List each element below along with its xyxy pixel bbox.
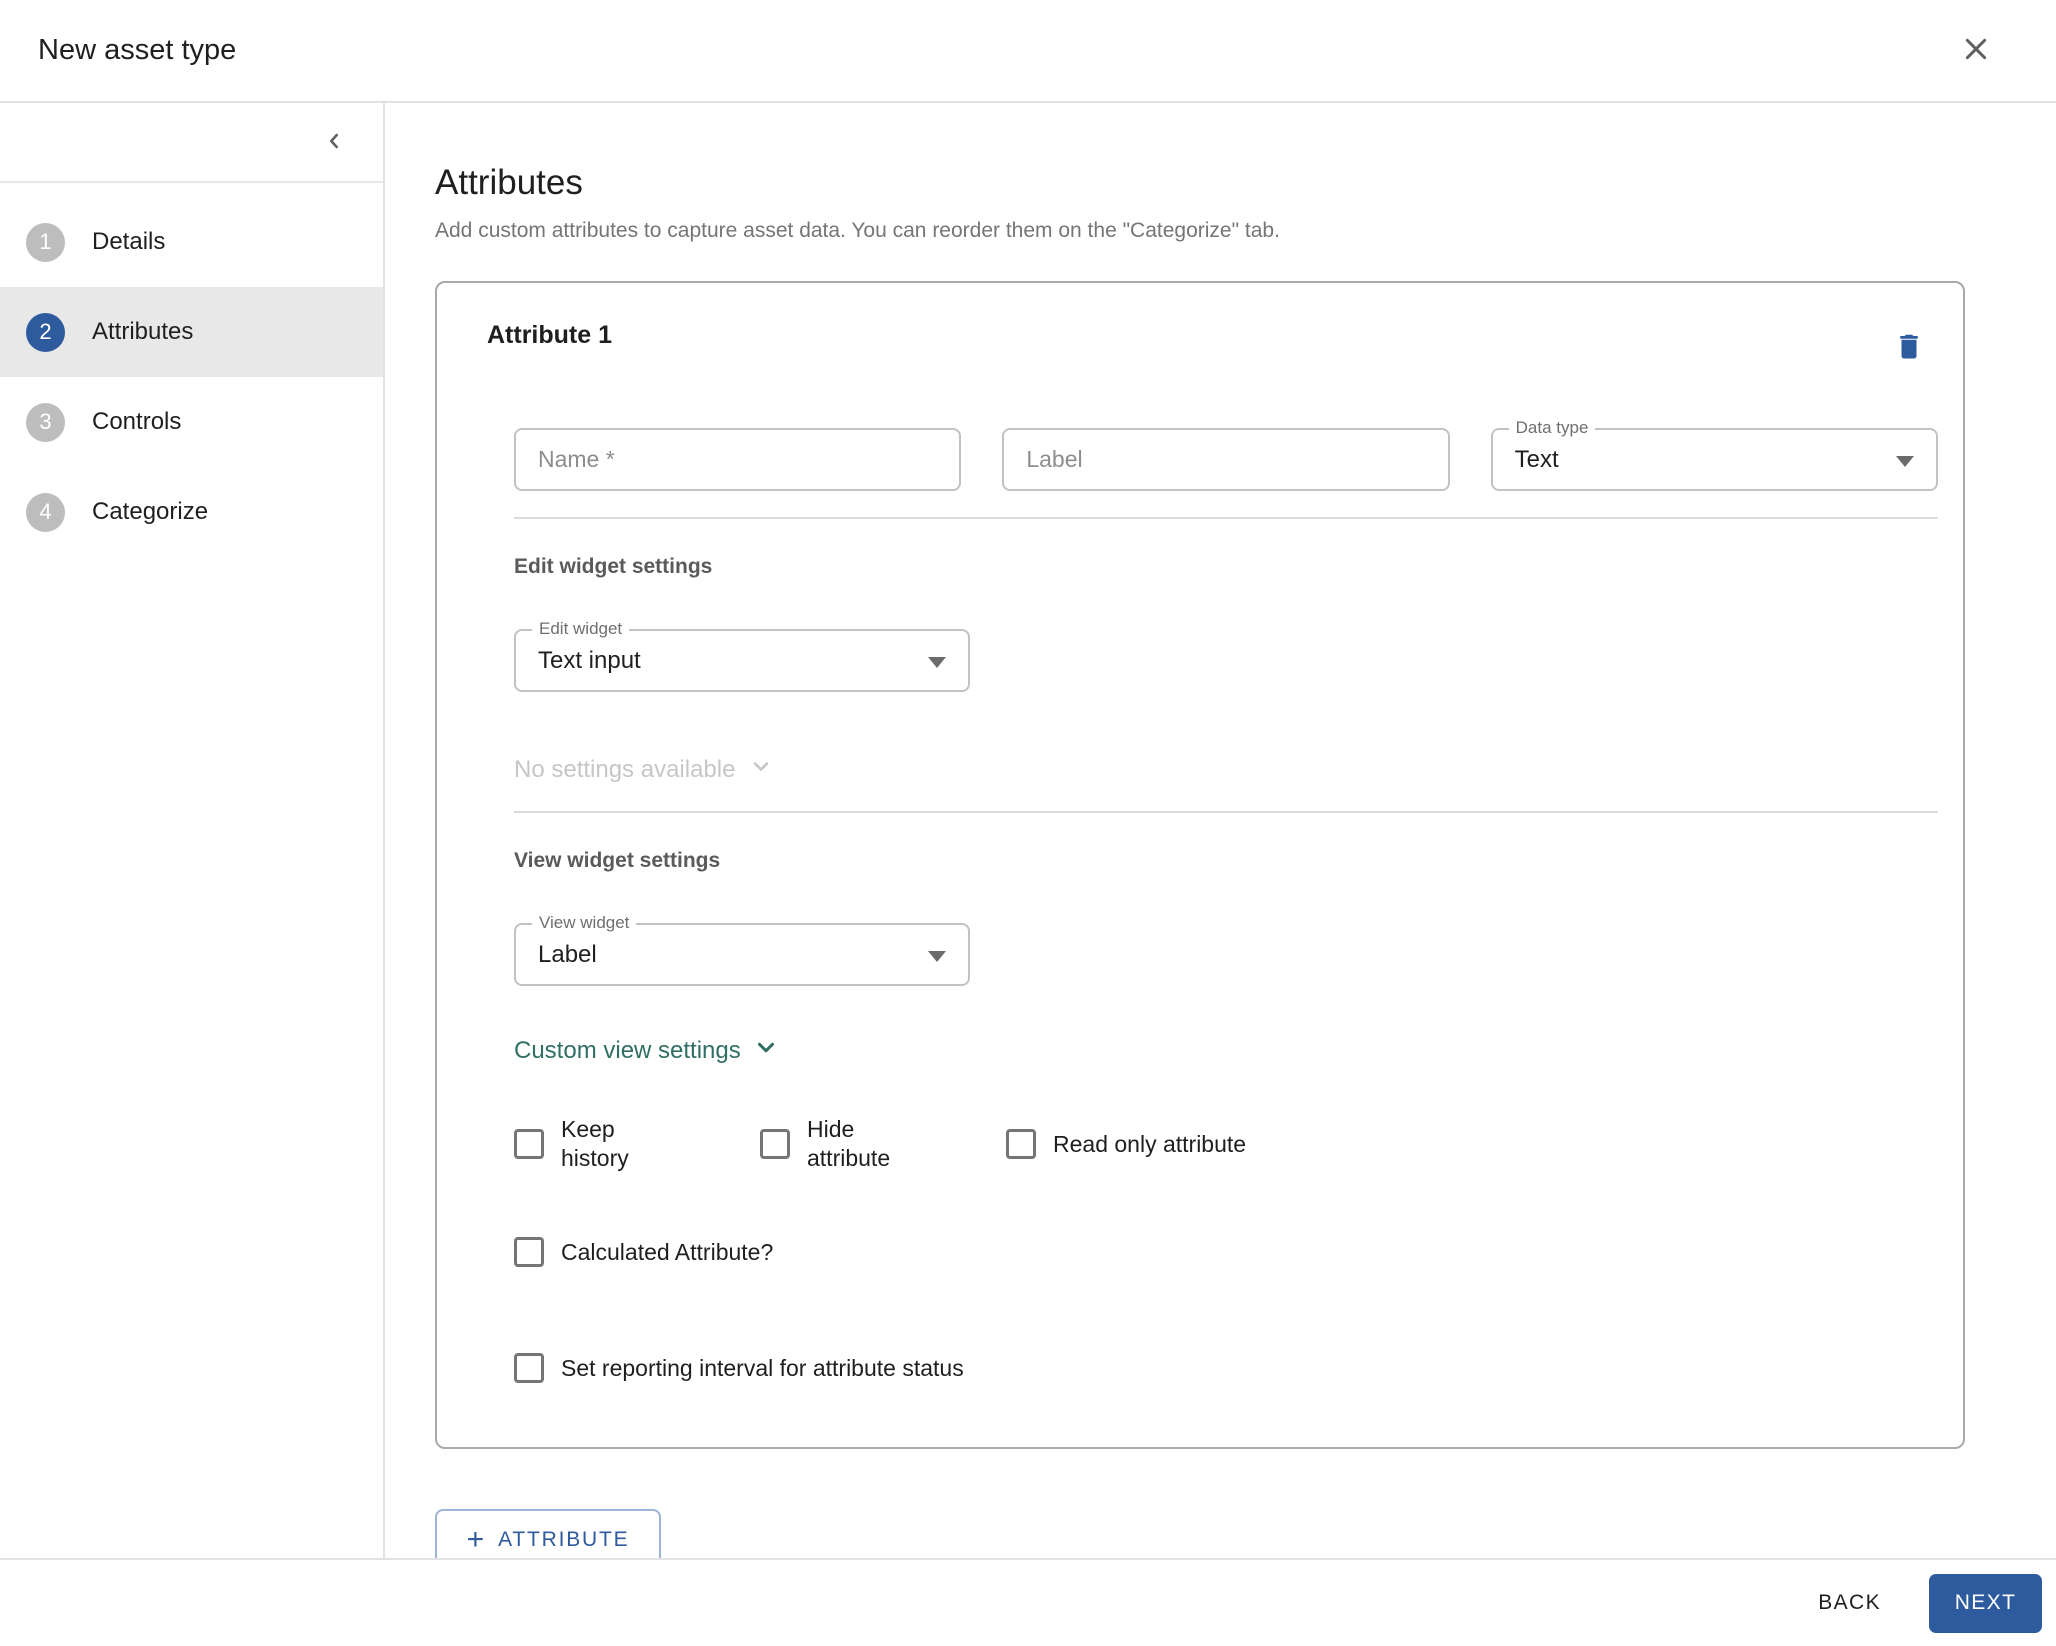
view-widget-select-value: Label: [538, 941, 597, 969]
step-label: Details: [92, 228, 165, 256]
modal-header: New asset type: [0, 0, 2056, 103]
edit-widget-settings-heading: Edit widget settings: [514, 555, 1938, 579]
calculated-attribute-checkbox[interactable]: Calculated Attribute?: [514, 1237, 1938, 1267]
stepper-item-categorize[interactable]: 4 Categorize: [0, 467, 383, 557]
trash-icon: [1894, 329, 1924, 366]
sidebar-collapse-row: [0, 103, 383, 183]
new-asset-type-modal: New asset type: [0, 0, 2056, 1646]
modal-footer: BACK NEXT: [0, 1558, 2056, 1646]
step-number-badge: 1: [26, 223, 65, 262]
data-type-select-value: Text: [1515, 446, 1559, 474]
edit-widget-select-label: Edit widget: [532, 620, 629, 637]
stepper-item-controls[interactable]: 3 Controls: [0, 377, 383, 467]
stepper-item-details[interactable]: 1 Details: [0, 197, 383, 287]
checkbox-label: Read only attribute: [1053, 1130, 1246, 1159]
keep-history-checkbox[interactable]: Keep history: [514, 1115, 760, 1173]
view-widget-select-label: View widget: [532, 914, 636, 931]
step-number-badge: 4: [26, 493, 65, 532]
step-label: Categorize: [92, 498, 208, 526]
checkbox-icon: [514, 1129, 544, 1159]
stepper-list: 1 Details 2 Attributes 3 Controls 4 Cate…: [0, 183, 383, 557]
stepper-sidebar: 1 Details 2 Attributes 3 Controls 4 Cate…: [0, 103, 385, 1558]
checkbox-label: Keep history: [561, 1115, 657, 1173]
label-input[interactable]: [1002, 428, 1449, 491]
checkbox-row: Keep history Hide attribute Read only at…: [514, 1115, 1938, 1173]
checkbox-label: Set reporting interval for attribute sta…: [561, 1354, 964, 1383]
add-attribute-label: ATTRIBUTE: [498, 1528, 629, 1552]
close-icon: [1960, 33, 1992, 68]
back-button[interactable]: BACK: [1796, 1577, 1903, 1629]
stepper-item-attributes[interactable]: 2 Attributes: [0, 287, 383, 377]
checkbox-label: Calculated Attribute?: [561, 1238, 773, 1267]
data-type-select-label: Data type: [1509, 419, 1596, 436]
section-divider: [514, 517, 1938, 519]
chevron-down-icon: [749, 754, 773, 785]
checkbox-icon: [760, 1129, 790, 1159]
main-scroll-area[interactable]: Attributes Add custom attributes to capt…: [385, 103, 2056, 1558]
step-label: Attributes: [92, 318, 193, 346]
section-divider: [514, 811, 1938, 813]
step-number-badge: 3: [26, 403, 65, 442]
checkbox-icon: [514, 1353, 544, 1383]
caret-down-icon: [928, 657, 946, 668]
modal-title: New asset type: [38, 34, 236, 67]
attribute-card-title: Attribute 1: [462, 321, 612, 350]
caret-down-icon: [1896, 456, 1914, 467]
page-description: Add custom attributes to capture asset d…: [435, 219, 1965, 243]
add-attribute-button[interactable]: + ATTRIBUTE: [435, 1509, 661, 1558]
step-number-badge: 2: [26, 313, 65, 352]
collapse-sidebar-button[interactable]: [313, 120, 355, 165]
caret-down-icon: [928, 951, 946, 962]
custom-view-settings-label: Custom view settings: [514, 1037, 741, 1065]
hide-attribute-checkbox[interactable]: Hide attribute: [760, 1115, 1006, 1173]
step-label: Controls: [92, 408, 181, 436]
view-widget-settings-heading: View widget settings: [514, 849, 1938, 873]
chevron-down-icon: [753, 1034, 779, 1067]
next-button[interactable]: NEXT: [1929, 1574, 2042, 1633]
no-settings-available-toggle: No settings available: [514, 754, 773, 785]
delete-attribute-button[interactable]: [1886, 321, 1932, 374]
custom-view-settings-toggle[interactable]: Custom view settings: [514, 1034, 779, 1067]
reporting-interval-checkbox[interactable]: Set reporting interval for attribute sta…: [514, 1353, 1938, 1383]
attribute-fields-row: Data type Text: [514, 428, 1938, 491]
view-widget-select[interactable]: View widget Label: [514, 923, 970, 986]
name-input[interactable]: [514, 428, 961, 491]
no-settings-available-label: No settings available: [514, 756, 735, 784]
page-title: Attributes: [435, 163, 1965, 203]
checkbox-label: Hide attribute: [807, 1115, 903, 1173]
plus-icon: +: [467, 1526, 485, 1554]
attribute-card: Attribute 1: [435, 281, 1965, 1449]
edit-widget-select-value: Text input: [538, 647, 641, 675]
close-button[interactable]: [1952, 25, 2000, 76]
read-only-attribute-checkbox[interactable]: Read only attribute: [1006, 1129, 1246, 1159]
edit-widget-select[interactable]: Edit widget Text input: [514, 629, 970, 692]
checkbox-icon: [1006, 1129, 1036, 1159]
chevron-left-icon: [321, 128, 347, 157]
data-type-select[interactable]: Data type Text: [1491, 428, 1938, 491]
main-content: Attributes Add custom attributes to capt…: [385, 103, 2056, 1558]
checkbox-icon: [514, 1237, 544, 1267]
